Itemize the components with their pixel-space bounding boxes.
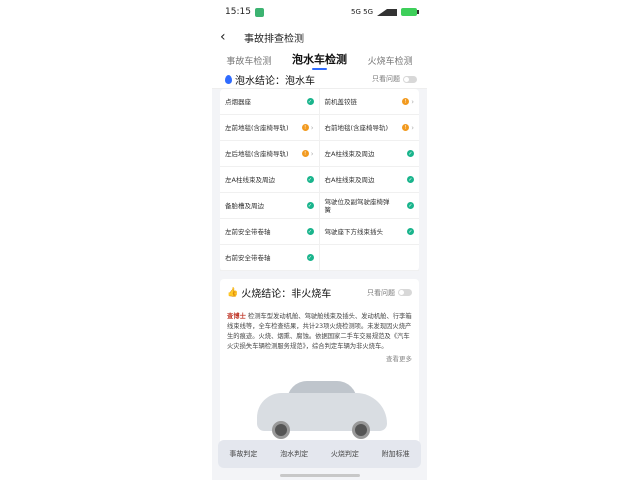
wechat-notification-icon bbox=[254, 7, 264, 17]
check-item: 左A柱线束及周边 ✓ bbox=[319, 141, 419, 167]
check-ok-icon: ✓ bbox=[306, 98, 314, 105]
warning-icon: ! bbox=[402, 124, 410, 131]
status-time: 15:15 bbox=[225, 7, 251, 17]
fire-description-text: 检测车型发动机舱、驾驶舱线束及插头、发动机舱、行李箱线束线等，全车检查结果，共计… bbox=[227, 313, 412, 350]
tab-water[interactable]: 泡水车检测 bbox=[292, 51, 347, 70]
check-item[interactable]: 前机盖铰链! › bbox=[319, 89, 419, 115]
check-item: 驾驶位及副驾驶座椅弹簧 ✓ bbox=[319, 193, 419, 219]
check-item-label: 左前地毯(含座椅导轨) bbox=[225, 123, 289, 132]
chevron-right-icon: › bbox=[411, 97, 414, 106]
check-item[interactable]: 左前地毯(含座椅导轨)! › bbox=[220, 115, 320, 141]
water-issues-only-toggle[interactable]: 只看问题 bbox=[372, 74, 417, 84]
check-item-label: 左前安全带卷轴 bbox=[225, 227, 271, 236]
water-check-grid: 点烟器座 ✓ 前机盖铰链! › 左前地毯(含座椅导轨)! › 右前地毯(含座椅导轨)! › 左后… bbox=[220, 89, 419, 271]
check-item-label: 左A柱线束及周边 bbox=[225, 175, 275, 184]
check-item-label: 前机盖铰链 bbox=[324, 97, 358, 106]
water-verdict: 泡水结论：泡水车 bbox=[225, 72, 315, 87]
home-indicator bbox=[280, 474, 360, 477]
phone-screen: 15:15 5G 5G ‹ 事故排查检测 事故车检测 泡水车检测 火烧车检测 泡… bbox=[212, 0, 427, 480]
back-arrow-icon[interactable]: ‹ bbox=[220, 29, 238, 45]
toggle-label: 只看问题 bbox=[367, 288, 395, 297]
chevron-right-icon: › bbox=[310, 149, 314, 158]
nav-water-criteria[interactable]: 泡水判定 bbox=[280, 449, 308, 459]
see-more-link[interactable]: 查看更多 bbox=[227, 353, 412, 363]
check-item-label: 左后地毯(含座椅导轨) bbox=[225, 149, 289, 158]
water-drop-icon bbox=[225, 74, 232, 84]
check-item: 点烟器座 ✓ bbox=[220, 89, 320, 115]
check-ok-icon: ✓ bbox=[407, 150, 414, 157]
toggle-switch[interactable] bbox=[403, 75, 417, 83]
check-item-label: 驾驶位及副驾驶座椅弹簧 bbox=[324, 197, 390, 214]
check-ok-icon: ✓ bbox=[306, 202, 314, 209]
check-item-label: 备胎槽及周边 bbox=[225, 201, 264, 210]
nav-fire-criteria[interactable]: 火烧判定 bbox=[331, 449, 359, 459]
check-item: 右前安全带卷轴 ✓ bbox=[220, 245, 320, 271]
network-indicators: 5G 5G bbox=[351, 8, 373, 16]
check-ok-icon: ✓ bbox=[407, 176, 414, 183]
check-item: 右A柱线束及周边 ✓ bbox=[319, 167, 419, 193]
fire-verdict: 👍 火烧结论：非火烧车 bbox=[227, 285, 332, 301]
check-item[interactable]: 右前地毯(含座椅导轨)! › bbox=[319, 115, 419, 141]
fire-verdict-label: 火烧结论：非火烧车 bbox=[241, 289, 332, 300]
thumbs-up-icon: 👍 bbox=[227, 287, 239, 298]
check-item[interactable]: 左后地毯(含座椅导轨)! › bbox=[220, 141, 320, 167]
check-item: 左A柱线束及周边 ✓ bbox=[220, 167, 320, 193]
check-ok-icon: ✓ bbox=[306, 176, 314, 183]
water-check-card: 点烟器座 ✓ 前机盖铰链! › 左前地毯(含座椅导轨)! › 右前地毯(含座椅导轨)! › 左后… bbox=[220, 89, 419, 271]
page-title: 事故排查检测 bbox=[244, 33, 304, 45]
toggle-label: 只看问题 bbox=[372, 75, 400, 83]
check-item-label: 右A柱线束及周边 bbox=[324, 175, 375, 184]
check-ok-icon: ✓ bbox=[306, 228, 314, 235]
check-ok-icon: ✓ bbox=[306, 254, 314, 261]
check-item bbox=[319, 245, 419, 271]
nav-extra-criteria[interactable]: 附加标准 bbox=[382, 449, 410, 459]
chevron-right-icon: › bbox=[310, 123, 314, 132]
fire-verdict-card: 👍 火烧结论：非火烧车 只看问题 查博士 检测车型发动机舱、驾驶舱线束及插头、发… bbox=[220, 279, 419, 447]
check-item-label: 右前地毯(含座椅导轨) bbox=[324, 123, 389, 132]
check-item: 备胎槽及周边 ✓ bbox=[220, 193, 320, 219]
fire-description: 查博士 检测车型发动机舱、驾驶舱线束及插头、发动机舱、行李箱线束线等，全车检查结… bbox=[227, 312, 412, 352]
check-item-label: 右前安全带卷轴 bbox=[225, 253, 271, 262]
check-item-label: 驾驶座下方线束插头 bbox=[324, 227, 384, 236]
warning-icon: ! bbox=[301, 150, 309, 157]
tab-bar: 事故车检测 泡水车检测 火烧车检测 bbox=[212, 50, 427, 70]
check-item: 左前安全带卷轴 ✓ bbox=[220, 219, 320, 245]
check-item-label: 点烟器座 bbox=[225, 97, 251, 106]
water-verdict-bar: 泡水结论：泡水车 只看问题 bbox=[212, 70, 427, 89]
brand-name: 查博士 bbox=[227, 313, 246, 320]
warning-icon: ! bbox=[301, 124, 309, 131]
status-bar: 15:15 5G 5G bbox=[212, 0, 427, 24]
page-header: ‹ 事故排查检测 bbox=[212, 24, 427, 50]
nav-accident-criteria[interactable]: 事故判定 bbox=[229, 449, 257, 459]
fire-issues-only-toggle[interactable]: 只看问题 bbox=[367, 288, 412, 298]
chevron-right-icon: › bbox=[411, 123, 414, 132]
signal-icon bbox=[377, 8, 397, 16]
check-item: 驾驶座下方线束插头 ✓ bbox=[319, 219, 419, 245]
toggle-switch[interactable] bbox=[398, 289, 412, 296]
tab-fire[interactable]: 火烧车检测 bbox=[368, 54, 413, 70]
check-ok-icon: ✓ bbox=[407, 202, 414, 209]
battery-icon bbox=[401, 8, 419, 16]
check-item-label: 左A柱线束及周边 bbox=[324, 149, 375, 158]
tab-accident[interactable]: 事故车检测 bbox=[226, 54, 271, 70]
car-cutaway-image bbox=[227, 371, 412, 441]
warning-icon: ! bbox=[402, 98, 410, 105]
check-ok-icon: ✓ bbox=[407, 228, 414, 235]
bottom-nav: 事故判定 泡水判定 火烧判定 附加标准 bbox=[218, 440, 421, 468]
water-verdict-label: 泡水结论：泡水车 bbox=[235, 75, 315, 87]
